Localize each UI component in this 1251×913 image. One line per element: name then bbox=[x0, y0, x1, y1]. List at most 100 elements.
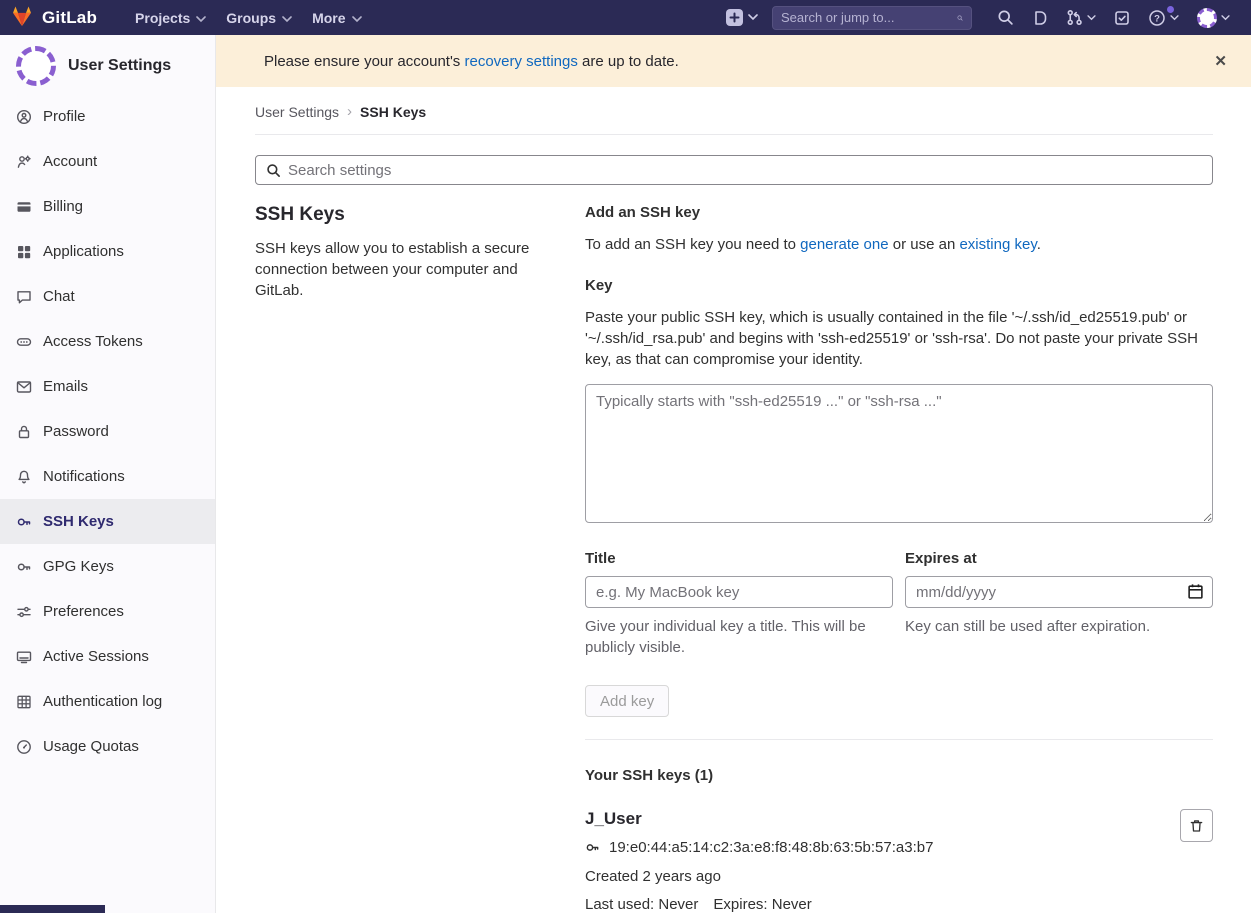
title-input[interactable] bbox=[585, 576, 893, 608]
chevron-down-icon bbox=[1221, 15, 1230, 21]
add-key-intro: To add an SSH key you need to generate o… bbox=[585, 235, 1213, 255]
section-intro: SSH Keys SSH keys allow you to establish… bbox=[255, 204, 555, 913]
key-expires: Expires: Never bbox=[713, 896, 811, 913]
existing-key-link[interactable]: existing key bbox=[959, 236, 1036, 253]
key-icon bbox=[16, 514, 32, 530]
sidebar-item-label: Chat bbox=[43, 288, 75, 305]
sidebar-item-chat[interactable]: Chat bbox=[0, 274, 215, 319]
nav-menu-more[interactable]: More bbox=[302, 4, 371, 32]
new-item-dropdown[interactable] bbox=[726, 9, 758, 26]
recovery-alert-banner: Please ensure your account's recovery se… bbox=[216, 35, 1251, 87]
key-help-text: Paste your public SSH key, which is usua… bbox=[585, 307, 1213, 370]
bell-icon bbox=[16, 469, 32, 485]
add-ssh-key-title: Add an SSH key bbox=[585, 204, 1213, 221]
sidebar-item-label: GPG Keys bbox=[43, 558, 114, 575]
credit-card-icon bbox=[16, 199, 32, 215]
merge-requests-button[interactable] bbox=[1057, 9, 1105, 26]
chat-icon bbox=[16, 289, 32, 305]
expires-label: Expires at bbox=[905, 550, 1213, 567]
generate-one-link[interactable]: generate one bbox=[800, 236, 888, 253]
key-icon bbox=[16, 559, 32, 575]
tanuki-icon bbox=[10, 4, 34, 32]
global-search[interactable] bbox=[772, 6, 972, 30]
key-created: Created 2 years ago bbox=[585, 868, 1180, 885]
gauge-icon bbox=[16, 739, 32, 755]
chevron-down-icon bbox=[1170, 15, 1179, 21]
sidebar-title: User Settings bbox=[68, 57, 171, 75]
alert-text: Please ensure your account's recovery se… bbox=[264, 53, 679, 70]
sidebar-item-preferences[interactable]: Preferences bbox=[0, 589, 215, 634]
delete-key-button[interactable] bbox=[1180, 809, 1213, 842]
nav-menu-groups[interactable]: Groups bbox=[216, 4, 302, 32]
sidebar-item-notifications[interactable]: Notifications bbox=[0, 454, 215, 499]
add-key-button[interactable]: Add key bbox=[585, 685, 669, 717]
sidebar-item-label: Billing bbox=[43, 198, 83, 215]
sidebar-item-label: Account bbox=[43, 153, 97, 170]
breadcrumb-user-settings[interactable]: User Settings bbox=[255, 104, 339, 120]
breadcrumb-current: SSH Keys bbox=[360, 104, 426, 120]
title-field-group: Title Give your individual key a title. … bbox=[585, 550, 893, 658]
search-icon bbox=[997, 9, 1014, 26]
sidebar-item-account[interactable]: Account bbox=[0, 139, 215, 184]
expires-at-input[interactable] bbox=[905, 576, 1213, 608]
brand-name: GitLab bbox=[42, 8, 97, 28]
expires-field-group: Expires at Key can still be used after e… bbox=[905, 550, 1213, 658]
sidebar-item-label: Active Sessions bbox=[43, 648, 149, 665]
breadcrumb: User Settings › SSH Keys bbox=[255, 87, 1213, 135]
sidebar-item-profile[interactable]: Profile bbox=[0, 94, 215, 139]
section-divider bbox=[585, 739, 1213, 740]
issues-button[interactable] bbox=[1023, 10, 1057, 26]
account-icon bbox=[16, 154, 32, 170]
sidebar-item-label: Emails bbox=[43, 378, 88, 395]
todos-button[interactable] bbox=[1105, 10, 1139, 26]
sidebar-item-label: Profile bbox=[43, 108, 86, 125]
title-help-text: Give your individual key a title. This w… bbox=[585, 616, 893, 658]
chevron-down-icon bbox=[196, 10, 206, 26]
search-icon bbox=[957, 11, 963, 25]
todo-check-icon bbox=[1114, 10, 1130, 26]
profile-icon bbox=[16, 109, 32, 125]
grid-icon bbox=[16, 244, 32, 260]
key-last-used: Last used: Never bbox=[585, 896, 698, 913]
global-search-input[interactable] bbox=[781, 10, 957, 25]
sidebar-item-label: Notifications bbox=[43, 468, 125, 485]
chevron-down-icon bbox=[352, 10, 362, 26]
trash-icon bbox=[1189, 818, 1204, 834]
envelope-icon bbox=[16, 379, 32, 395]
help-menu[interactable]: ? bbox=[1139, 9, 1188, 27]
sidebar-item-access-tokens[interactable]: Access Tokens bbox=[0, 319, 215, 364]
search-button[interactable] bbox=[988, 9, 1023, 26]
notification-dot bbox=[1167, 6, 1174, 13]
alert-close-button[interactable]: ✕ bbox=[1206, 48, 1235, 74]
recovery-settings-link[interactable]: recovery settings bbox=[464, 53, 577, 70]
settings-search-input[interactable] bbox=[288, 162, 1202, 179]
sidebar-item-active-sessions[interactable]: Active Sessions bbox=[0, 634, 215, 679]
token-icon bbox=[16, 334, 32, 350]
your-ssh-keys-title: Your SSH keys (1) bbox=[585, 767, 1213, 784]
sidebar-item-emails[interactable]: Emails bbox=[0, 364, 215, 409]
chevron-down-icon bbox=[748, 14, 758, 21]
sidebar-header: User Settings bbox=[0, 35, 215, 94]
avatar bbox=[1197, 8, 1217, 28]
plus-icon bbox=[726, 9, 743, 26]
sidebar-item-billing[interactable]: Billing bbox=[0, 184, 215, 229]
key-fingerprint: 19:e0:44:a5:14:c2:3a:e8:f8:48:8b:63:5b:5… bbox=[609, 839, 933, 856]
ssh-key-textarea[interactable] bbox=[585, 384, 1213, 523]
sidebar-item-label: Preferences bbox=[43, 603, 124, 620]
main-content: Please ensure your account's recovery se… bbox=[216, 35, 1251, 913]
sidebar-item-ssh-keys[interactable]: SSH Keys bbox=[0, 499, 215, 544]
sidebar-item-password[interactable]: Password bbox=[0, 409, 215, 454]
nav-menu-projects[interactable]: Projects bbox=[125, 4, 216, 32]
help-icon: ? bbox=[1148, 9, 1166, 27]
settings-search[interactable] bbox=[255, 155, 1213, 185]
key-name[interactable]: J_User bbox=[585, 809, 1180, 829]
gitlab-logo[interactable]: GitLab bbox=[10, 4, 97, 32]
merge-request-icon bbox=[1066, 9, 1083, 26]
chevron-down-icon bbox=[1087, 15, 1096, 21]
link-status-bubble bbox=[0, 905, 105, 913]
sidebar-item-gpg-keys[interactable]: GPG Keys bbox=[0, 544, 215, 589]
user-menu[interactable] bbox=[1188, 8, 1239, 28]
sidebar-item-authentication-log[interactable]: Authentication log bbox=[0, 679, 215, 724]
sidebar-item-applications[interactable]: Applications bbox=[0, 229, 215, 274]
sidebar-item-usage-quotas[interactable]: Usage Quotas bbox=[0, 724, 215, 769]
